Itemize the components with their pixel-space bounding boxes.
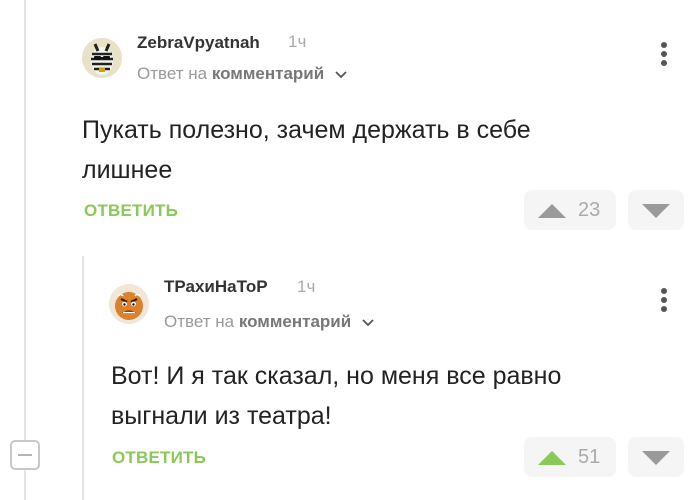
reply-to-target: комментарий [238, 312, 352, 331]
reply-to-prefix: Ответ на [137, 64, 208, 83]
more-vertical-icon[interactable] [658, 288, 670, 318]
zebra-avatar [82, 38, 122, 78]
reply-button[interactable]: ОТВЕТИТЬ [84, 201, 178, 221]
downvote-button[interactable] [628, 190, 684, 230]
comment-text: Вот! И я так сказал, но меня все равно в… [111, 362, 562, 430]
upvote-icon [538, 204, 566, 218]
chevron-down-icon [362, 318, 374, 326]
angry-gingerbread-avatar [109, 284, 149, 324]
reply-to-prefix: Ответ на [164, 312, 235, 331]
comment-author[interactable]: ТРахиНаТоР [164, 277, 268, 297]
comment-time: 1ч [297, 277, 316, 296]
downvote-button[interactable] [628, 437, 684, 477]
upvote-icon [538, 451, 566, 465]
upvote-button[interactable]: 51 [524, 437, 616, 477]
reply-button[interactable]: ОТВЕТИТЬ [112, 448, 206, 468]
chevron-down-icon [335, 70, 347, 78]
vote-count: 51 [578, 446, 601, 468]
avatar[interactable] [109, 284, 149, 324]
reply-to-link[interactable]: Ответ на комментарий [164, 312, 374, 332]
comment-time: 1ч [288, 32, 307, 51]
vote-count: 23 [578, 199, 601, 221]
collapse-thread-button[interactable] [10, 440, 40, 470]
reply-to-target: комментарий [211, 64, 325, 83]
collapse-minus-icon [18, 454, 32, 456]
upvote-button[interactable]: 23 [524, 190, 616, 230]
more-vertical-icon[interactable] [658, 42, 670, 72]
comment-text: Пукать полезно, зачем держать в себе лиш… [82, 116, 531, 184]
downvote-icon [642, 204, 670, 218]
comment: ZebraVpyatnah 1ч Ответ на комментарий Пу… [0, 0, 700, 250]
comment-author[interactable]: ZebraVpyatnah [137, 33, 260, 53]
comment-reply: ТРахиНаТоР 1ч Ответ на комментарий Вот! … [0, 256, 700, 500]
avatar[interactable] [82, 38, 122, 78]
downvote-icon [642, 451, 670, 465]
reply-to-link[interactable]: Ответ на комментарий [137, 64, 347, 84]
